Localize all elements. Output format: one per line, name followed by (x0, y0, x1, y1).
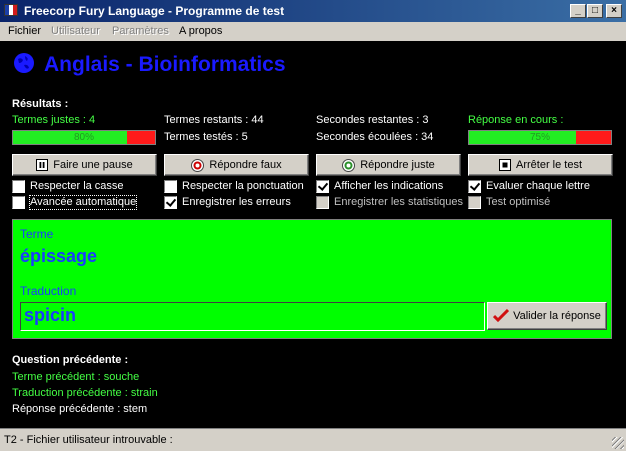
results-label: Résultats : (12, 98, 69, 110)
stop-test-button-label: Arrêter le test (515, 159, 583, 172)
answer-right-button-label: Répondre juste (360, 159, 435, 172)
minimize-button[interactable]: _ (570, 4, 586, 18)
remaining-seconds-label: Secondes restantes : 3 (316, 114, 429, 126)
pause-button[interactable]: Faire une pause (12, 154, 157, 176)
term-label: Terme (20, 227, 54, 241)
tested-terms-label: Termes testés : 5 (164, 131, 248, 143)
option-label: Respecter la ponctuation (182, 180, 304, 192)
validate-answer-button[interactable]: Valider la réponse (487, 302, 607, 330)
correct-terms-label: Termes justes : 4 (12, 114, 96, 126)
checkbox[interactable] (164, 196, 177, 209)
checkbox[interactable] (12, 180, 25, 193)
checkbox[interactable] (164, 180, 177, 193)
checkbox[interactable] (12, 196, 25, 209)
status-text: T2 - Fichier utilisateur introuvable : (4, 434, 173, 446)
page-title: Anglais - Bioinformatics (44, 53, 286, 76)
answer-wrong-button[interactable]: Répondre faux (164, 154, 309, 176)
pause-button-label: Faire une pause (53, 159, 133, 172)
checkbox[interactable] (316, 180, 329, 193)
target-icon (191, 158, 205, 172)
previous-term: Terme précédent : souche (12, 371, 140, 383)
app-flag-icon (4, 4, 18, 16)
option-label: Respecter la casse (30, 180, 124, 192)
translation-label: Traduction (20, 284, 77, 298)
checkmark-icon (493, 309, 510, 323)
maximize-button[interactable]: □ (587, 4, 603, 18)
close-button[interactable]: × (606, 4, 622, 18)
menu-utilisateur[interactable]: Utilisateur (51, 25, 100, 37)
previous-answer: Réponse précédente : stem (12, 403, 148, 415)
checkbox[interactable] (316, 196, 329, 209)
answer-right-button[interactable]: Répondre juste (316, 154, 461, 176)
globe-icon (14, 53, 34, 73)
answer-wrong-button-label: Répondre faux (209, 159, 282, 172)
stop-icon (498, 159, 511, 172)
status-bar: T2 - Fichier utilisateur introuvable : (0, 428, 626, 451)
current-progress-bar: 75% (468, 130, 612, 145)
stop-test-button[interactable]: Arrêter le test (468, 154, 613, 176)
menu-a-propos[interactable]: A propos (179, 25, 222, 37)
option-label: Test optimisé (486, 196, 551, 208)
validate-answer-label: Valider la réponse (513, 310, 601, 323)
pause-icon (36, 159, 49, 172)
option-label: Evaluer chaque lettre (486, 180, 590, 192)
question-panel: Terme épissage Traduction spicin Valider… (12, 219, 612, 339)
title-bar[interactable]: Freecorp Fury Language - Programme de te… (0, 0, 626, 22)
translation-input[interactable]: spicin (20, 302, 485, 331)
option-label: Enregistrer les statistiques (334, 196, 463, 208)
option-label: Avancée automatique (28, 195, 138, 210)
checkbox[interactable] (468, 196, 481, 209)
option-label: Enregistrer les erreurs (182, 196, 291, 208)
target-icon (342, 158, 356, 172)
correct-progress-bar: 80% (12, 130, 156, 145)
current-progress-text: 75% (529, 132, 550, 143)
menu-bar: Fichier Utilisateur Paramètres A propos (0, 22, 626, 41)
correct-progress-text: 80% (73, 132, 94, 143)
option-label: Afficher les indications (334, 180, 444, 192)
menu-fichier[interactable]: Fichier (8, 25, 41, 37)
menu-parametres[interactable]: Paramètres (112, 25, 169, 37)
main-content: Anglais - Bioinformatics Résultats : Ter… (0, 41, 626, 428)
term-value: épissage (20, 246, 98, 266)
previous-question-heading: Question précédente : (12, 354, 129, 366)
previous-translation: Traduction précédente : strain (12, 387, 158, 399)
resize-grip[interactable] (612, 437, 624, 449)
current-answer-label: Réponse en cours : (468, 114, 564, 126)
checkbox[interactable] (468, 180, 481, 193)
translation-input-value: spicin (24, 305, 77, 325)
window-title: Freecorp Fury Language - Programme de te… (24, 4, 285, 18)
elapsed-seconds-label: Secondes écoulées : 34 (316, 131, 434, 143)
remaining-terms-label: Termes restants : 44 (164, 114, 264, 126)
